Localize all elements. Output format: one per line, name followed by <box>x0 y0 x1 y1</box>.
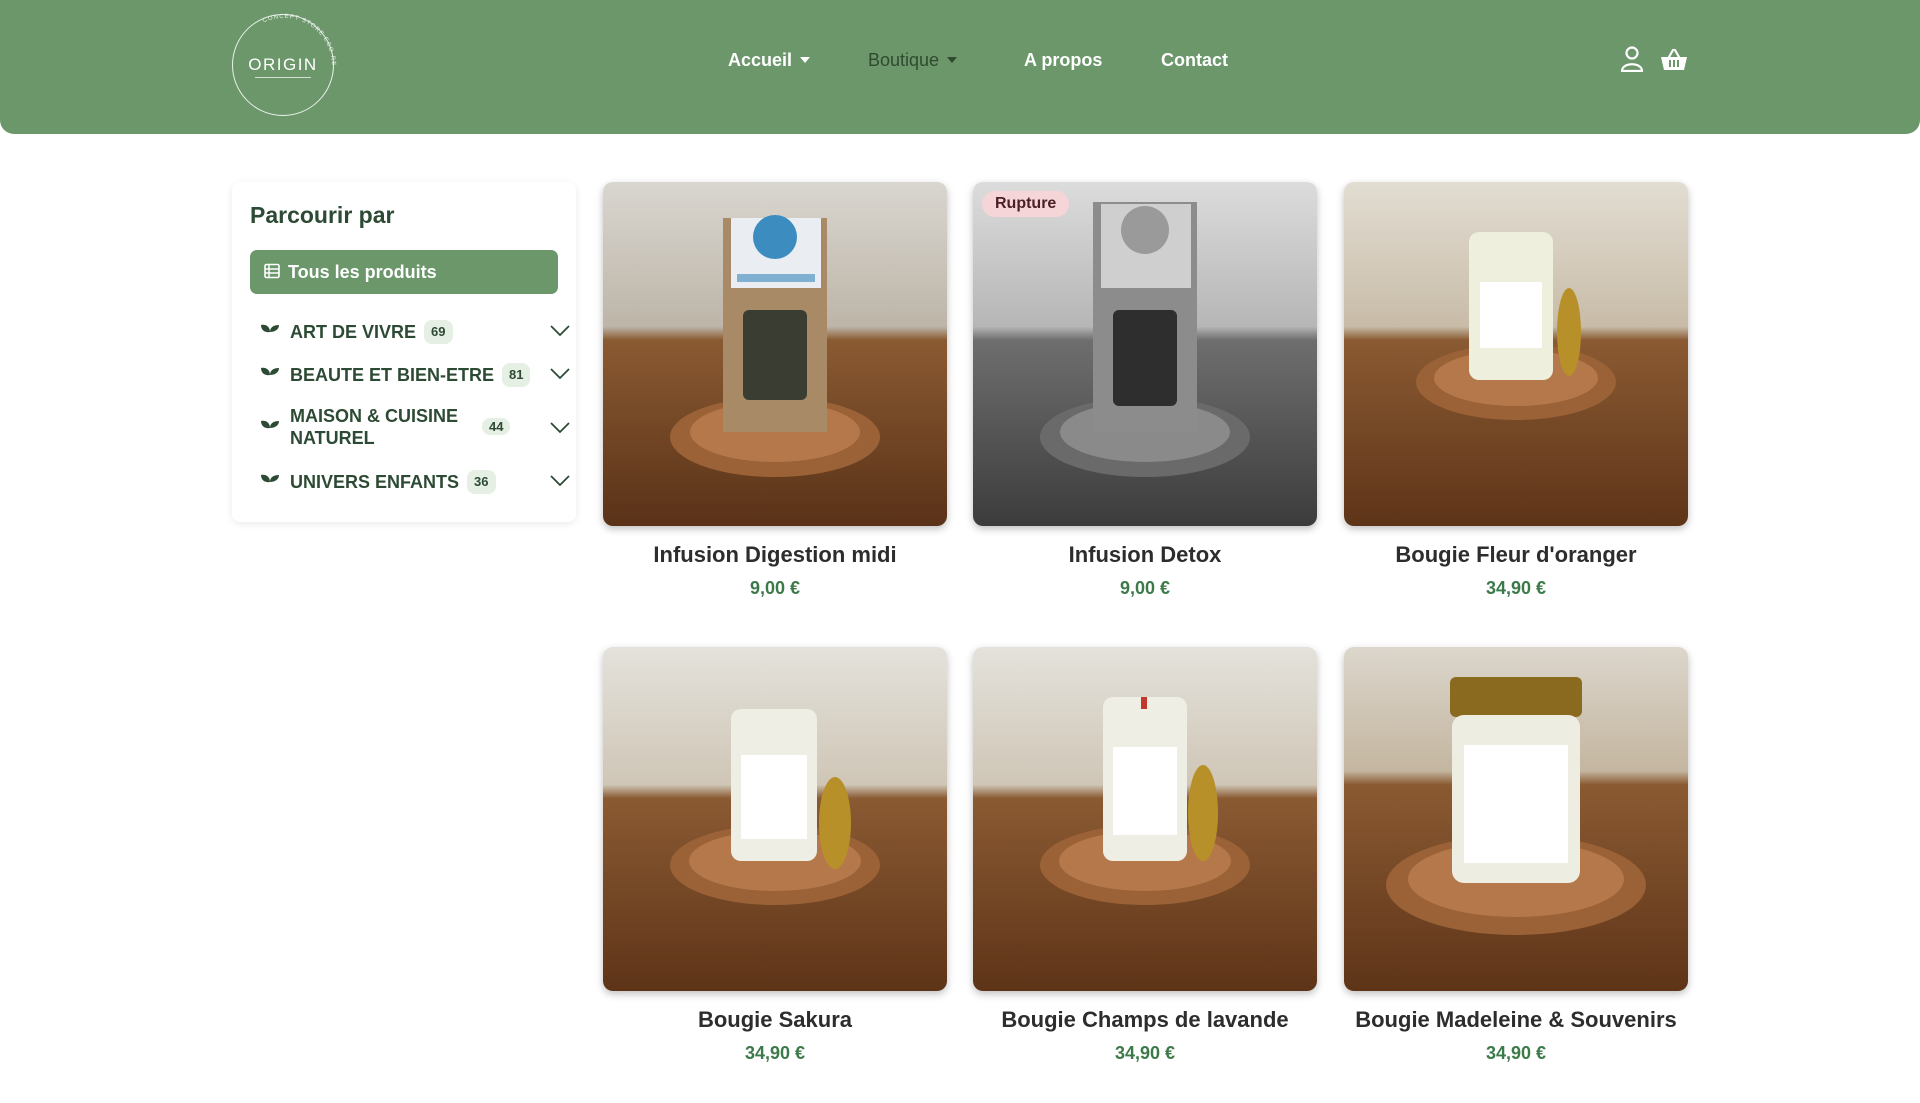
product-price: 34,90 € <box>1114 1043 1176 1063</box>
product-price: 34,90 € <box>1485 578 1547 598</box>
filter-sidebar: Parcourir par Tous les produits ART DE V… <box>232 182 576 522</box>
product-price: 9,00 € <box>749 578 801 598</box>
user-icon[interactable] <box>1620 46 1644 72</box>
chevron-down-icon[interactable] <box>550 422 570 434</box>
tea-bag-photo[interactable] <box>603 182 947 526</box>
product-price: 9,00 € <box>1119 578 1171 598</box>
category-label: BEAUTE ET BIEN-ETRE <box>290 365 495 385</box>
list-icon <box>264 263 280 279</box>
sprout-icon <box>261 474 279 491</box>
chevron-down-icon[interactable] <box>550 475 570 487</box>
category-label: MAISON & CUISINE NATUREL <box>290 406 459 448</box>
nav-item-contact[interactable]: Contact <box>1161 50 1228 71</box>
nav-label: Contact <box>1161 50 1228 70</box>
sprout-icon <box>261 420 279 437</box>
nav-item-boutique[interactable]: Boutique <box>868 50 958 71</box>
category-count-badge: 69 <box>424 320 453 345</box>
product-name[interactable]: Bougie Fleur d'oranger <box>1324 542 1708 568</box>
product-name[interactable]: Bougie Madeleine & Souvenirs <box>1324 1007 1708 1033</box>
logo-underline <box>255 77 311 78</box>
chevron-down-icon[interactable] <box>550 325 570 337</box>
sprout-icon <box>261 324 279 341</box>
caret-down-icon <box>947 57 958 64</box>
sprout-icon <box>261 367 279 384</box>
category-count-badge: 36 <box>467 470 496 495</box>
category-count-badge: 44 <box>482 418 511 435</box>
nav-label: A propos <box>1024 50 1103 70</box>
nav-label: Boutique <box>868 50 940 70</box>
category-label: UNIVERS ENFANTS <box>290 472 460 492</box>
nav-label: Accueil <box>728 50 793 70</box>
basket-icon[interactable] <box>1660 48 1688 72</box>
site-header: CONCEPT STORE ECO-RESPONSABLE ORIGIN Acc… <box>0 0 1920 134</box>
large-candle-jar-photo[interactable] <box>1344 647 1688 991</box>
product-name[interactable]: Infusion Detox <box>953 542 1337 568</box>
category-art-de-vivre[interactable]: ART DE VIVRE 69 <box>260 320 570 345</box>
category-count-badge: 81 <box>502 363 531 388</box>
candle-jar-photo[interactable] <box>973 647 1317 991</box>
nav-item-accueil[interactable]: Accueil <box>728 50 811 71</box>
candle-jar-photo[interactable] <box>1344 182 1688 526</box>
category-maison-cuisine-naturel[interactable]: MAISON & CUISINE NATUREL 44 <box>260 405 570 451</box>
out-of-stock-badge: Rupture <box>982 191 1070 217</box>
category-univers-enfants[interactable]: UNIVERS ENFANTS 36 <box>260 470 570 495</box>
product-name[interactable]: Bougie Champs de lavande <box>953 1007 1337 1033</box>
chevron-down-icon[interactable] <box>550 368 570 380</box>
product-name[interactable]: Infusion Digestion midi <box>583 542 967 568</box>
candle-jar-photo[interactable] <box>603 647 947 991</box>
category-beaute-et-bien-etre[interactable]: BEAUTE ET BIEN-ETRE 81 <box>260 363 570 388</box>
tea-bag-photo-greyscale[interactable]: Rupture <box>973 182 1317 526</box>
product-price: 34,90 € <box>1485 1043 1547 1063</box>
sidebar-title: Parcourir par <box>250 202 395 228</box>
category-label: ART DE VIVRE <box>290 322 417 342</box>
product-name[interactable]: Bougie Sakura <box>583 1007 967 1033</box>
nav-item-a-propos[interactable]: A propos <box>1024 50 1102 71</box>
all-products-button[interactable]: Tous les produits <box>250 250 558 294</box>
caret-down-icon <box>800 57 811 64</box>
all-products-label: Tous les produits <box>288 262 437 282</box>
product-price: 34,90 € <box>744 1043 806 1063</box>
